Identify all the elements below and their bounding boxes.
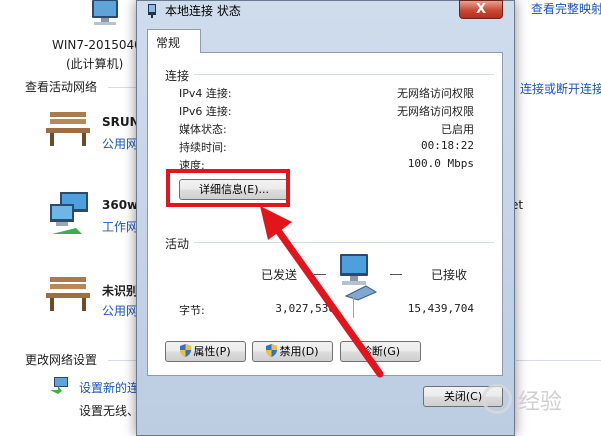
watermark: 经验 [482, 378, 598, 426]
watermark-logo [482, 384, 512, 414]
pointer-arrow [260, 206, 384, 378]
watermark-text: 经验 [518, 390, 563, 415]
tab-general[interactable]: 常规 [147, 29, 201, 53]
